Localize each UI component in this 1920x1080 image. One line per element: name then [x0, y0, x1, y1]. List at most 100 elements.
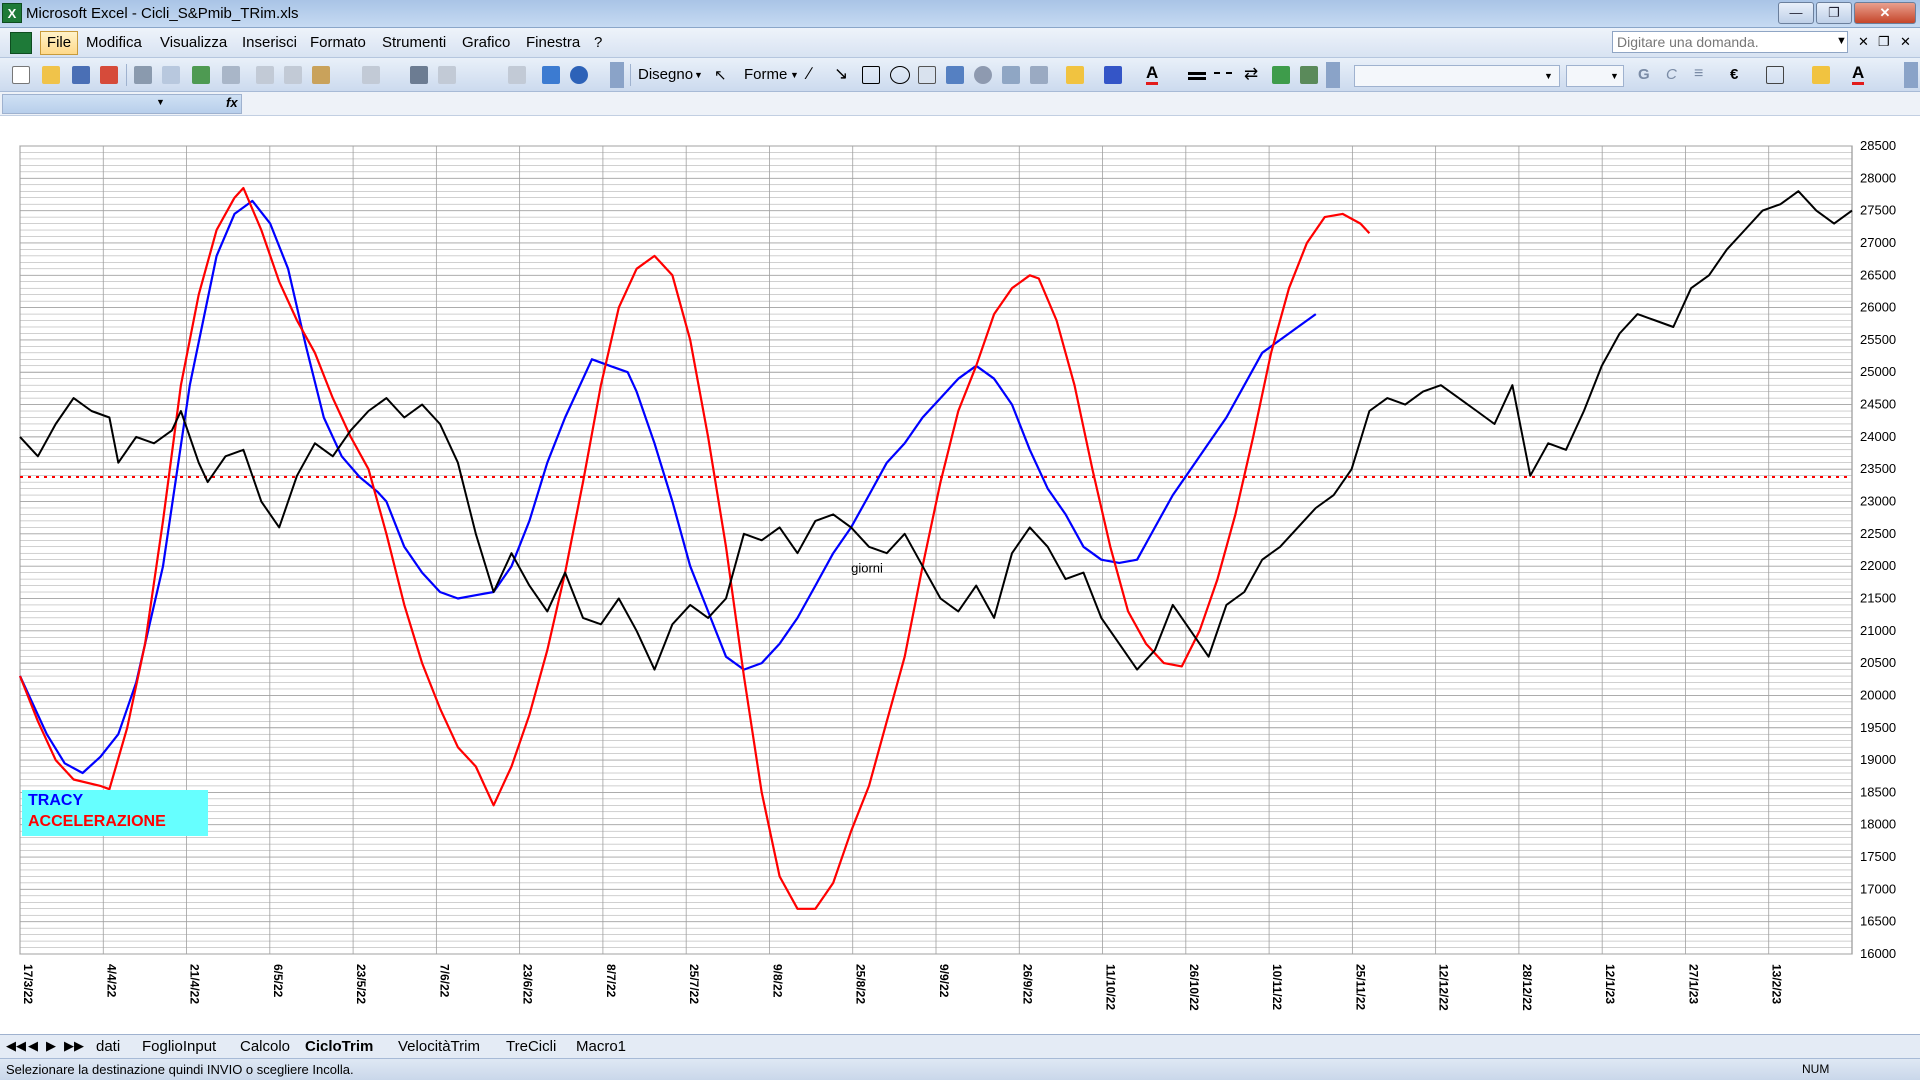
- doc-minimize-icon[interactable]: ✕: [1900, 34, 1911, 50]
- diagram-icon[interactable]: [974, 66, 992, 84]
- save-icon[interactable]: [72, 66, 90, 84]
- y-tick-label: 20000: [1860, 687, 1896, 702]
- y-tick-label: 27000: [1860, 235, 1896, 250]
- drawing-menu-button[interactable]: Disegno: [638, 66, 693, 83]
- doc-restore-icon[interactable]: ❐: [1878, 34, 1890, 50]
- paste-icon[interactable]: [312, 66, 330, 84]
- 3d-icon[interactable]: [1300, 66, 1318, 84]
- first-sheet-icon[interactable]: ◀◀: [6, 1038, 26, 1054]
- font-name-combo[interactable]: [1354, 65, 1560, 87]
- cell-fill-icon[interactable]: [1812, 66, 1830, 84]
- y-tick-label: 17000: [1860, 881, 1896, 896]
- menu-finestra[interactable]: Finestra: [526, 34, 580, 51]
- line-color-icon[interactable]: [1104, 66, 1122, 84]
- picture-icon[interactable]: [1030, 66, 1048, 84]
- fill-color-icon[interactable]: [1066, 66, 1084, 84]
- last-sheet-icon[interactable]: ▶▶: [64, 1038, 84, 1054]
- tab-velocitatrim[interactable]: VelocitàTrim: [398, 1038, 480, 1055]
- spelling-icon[interactable]: [192, 66, 210, 84]
- chart-area[interactable]: 17/3/22 4/4/22 21/4/22 6/5/22 23/5/22 7/6/22 2…: [0, 116, 1920, 1034]
- print-icon[interactable]: [134, 66, 152, 84]
- prev-sheet-icon[interactable]: ◀: [28, 1038, 38, 1054]
- window-title: Microsoft Excel - Cicli_S&Pmib_TRim.xls: [26, 5, 299, 22]
- help-search-input[interactable]: Digitare una domanda.: [1612, 31, 1848, 53]
- chart-wizard-icon[interactable]: [542, 66, 560, 84]
- chevron-down-icon[interactable]: ▼: [156, 97, 165, 107]
- textbox-icon[interactable]: [918, 66, 936, 84]
- menu-help[interactable]: ?: [594, 34, 602, 51]
- wordart-icon[interactable]: [946, 66, 964, 84]
- hyperlink-icon[interactable]: [410, 66, 428, 84]
- menu-file[interactable]: File: [40, 31, 78, 55]
- research-icon[interactable]: [222, 66, 240, 84]
- x-tick-label: 6/5/22: [271, 964, 285, 998]
- menu-grafico[interactable]: Grafico: [462, 34, 510, 51]
- undo-icon[interactable]: [362, 66, 380, 84]
- y-tick-label: 28000: [1860, 170, 1896, 185]
- align-icon[interactable]: ≡: [1694, 65, 1703, 83]
- print-preview-icon[interactable]: [162, 66, 180, 84]
- oval-icon[interactable]: [890, 66, 910, 84]
- rectangle-icon[interactable]: [862, 66, 880, 84]
- line-icon[interactable]: ∕: [808, 64, 811, 84]
- toolbar-options-icon[interactable]: [1326, 62, 1340, 88]
- x-tick-label: 7/6/22: [437, 964, 451, 998]
- search-dropdown-icon[interactable]: ▼: [1836, 35, 1847, 47]
- next-sheet-icon[interactable]: ▶: [46, 1038, 56, 1054]
- dash-style-icon[interactable]: [1214, 72, 1232, 74]
- sheet-tab-bar: ◀◀ ◀ ▶ ▶▶ dati FoglioInput Calcolo Ciclo…: [0, 1034, 1920, 1058]
- toolbar-options-icon[interactable]: [1904, 62, 1918, 88]
- doc-close-icon[interactable]: ✕: [1858, 34, 1869, 50]
- workbook-icon[interactable]: [10, 32, 32, 54]
- italic-button[interactable]: C: [1666, 66, 1677, 83]
- restore-icon[interactable]: ❐: [1816, 2, 1852, 24]
- menu-modifica[interactable]: Modifica: [86, 34, 142, 51]
- legend-box[interactable]: TRACY ACCELERAZIONE: [22, 790, 208, 836]
- insert-function-button[interactable]: fx: [226, 95, 238, 110]
- shapes-menu-button[interactable]: Forme: [744, 66, 787, 83]
- select-arrow-icon[interactable]: ↖: [714, 66, 727, 84]
- toolbar-separator: [630, 64, 631, 86]
- name-box[interactable]: [2, 94, 242, 114]
- menu-formato[interactable]: Formato: [310, 34, 366, 51]
- y-tick-label: 21500: [1860, 590, 1896, 605]
- sort-icon[interactable]: [508, 66, 526, 84]
- menu-inserisci[interactable]: Inserisci: [242, 34, 297, 51]
- tab-dati[interactable]: dati: [96, 1038, 120, 1055]
- cut-icon[interactable]: [256, 66, 274, 84]
- copy-icon[interactable]: [284, 66, 302, 84]
- tab-trecicli[interactable]: TreCicli: [506, 1038, 556, 1055]
- arrow-icon[interactable]: ↘: [834, 64, 848, 84]
- x-tick-label: 12/1/23: [1603, 964, 1617, 1004]
- arrow-style-icon[interactable]: ⇄: [1244, 64, 1258, 84]
- line-style-icon[interactable]: [1188, 72, 1206, 75]
- y-tick-label: 22500: [1860, 526, 1896, 541]
- chevron-down-icon: ▼: [694, 70, 703, 80]
- x-tick-label: 8/7/22: [604, 964, 618, 998]
- clipart-icon[interactable]: [1002, 66, 1020, 84]
- tab-ciclotrim[interactable]: CicloTrim: [305, 1038, 373, 1055]
- currency-button[interactable]: €: [1730, 66, 1738, 83]
- menu-visualizza[interactable]: Visualizza: [160, 34, 227, 51]
- excel-app-icon[interactable]: X: [2, 3, 22, 23]
- y-tick-label: 23000: [1860, 494, 1896, 509]
- bold-button[interactable]: G: [1638, 66, 1650, 83]
- minimize-icon[interactable]: —: [1778, 2, 1814, 24]
- new-icon[interactable]: [12, 66, 30, 84]
- text-color-icon[interactable]: A: [1852, 64, 1865, 85]
- shadow-icon[interactable]: [1272, 66, 1290, 84]
- close-icon[interactable]: ✕: [1854, 2, 1916, 24]
- chart-svg[interactable]: 17/3/22 4/4/22 21/4/22 6/5/22 23/5/22 7/6/22 2…: [0, 116, 1920, 1034]
- font-color-icon[interactable]: A: [1146, 64, 1159, 85]
- help-icon[interactable]: [570, 66, 588, 84]
- borders-icon[interactable]: [1766, 66, 1784, 84]
- permission-icon[interactable]: [100, 66, 118, 84]
- autosum-icon[interactable]: [438, 66, 456, 84]
- tab-foglioinput[interactable]: FoglioInput: [142, 1038, 216, 1055]
- tab-calcolo[interactable]: Calcolo: [240, 1038, 290, 1055]
- menu-strumenti[interactable]: Strumenti: [382, 34, 446, 51]
- tab-macro1[interactable]: Macro1: [576, 1038, 626, 1055]
- toolbar-options-icon[interactable]: [610, 62, 624, 88]
- x-tick-label: 25/7/22: [687, 964, 701, 1004]
- open-icon[interactable]: [42, 66, 60, 84]
